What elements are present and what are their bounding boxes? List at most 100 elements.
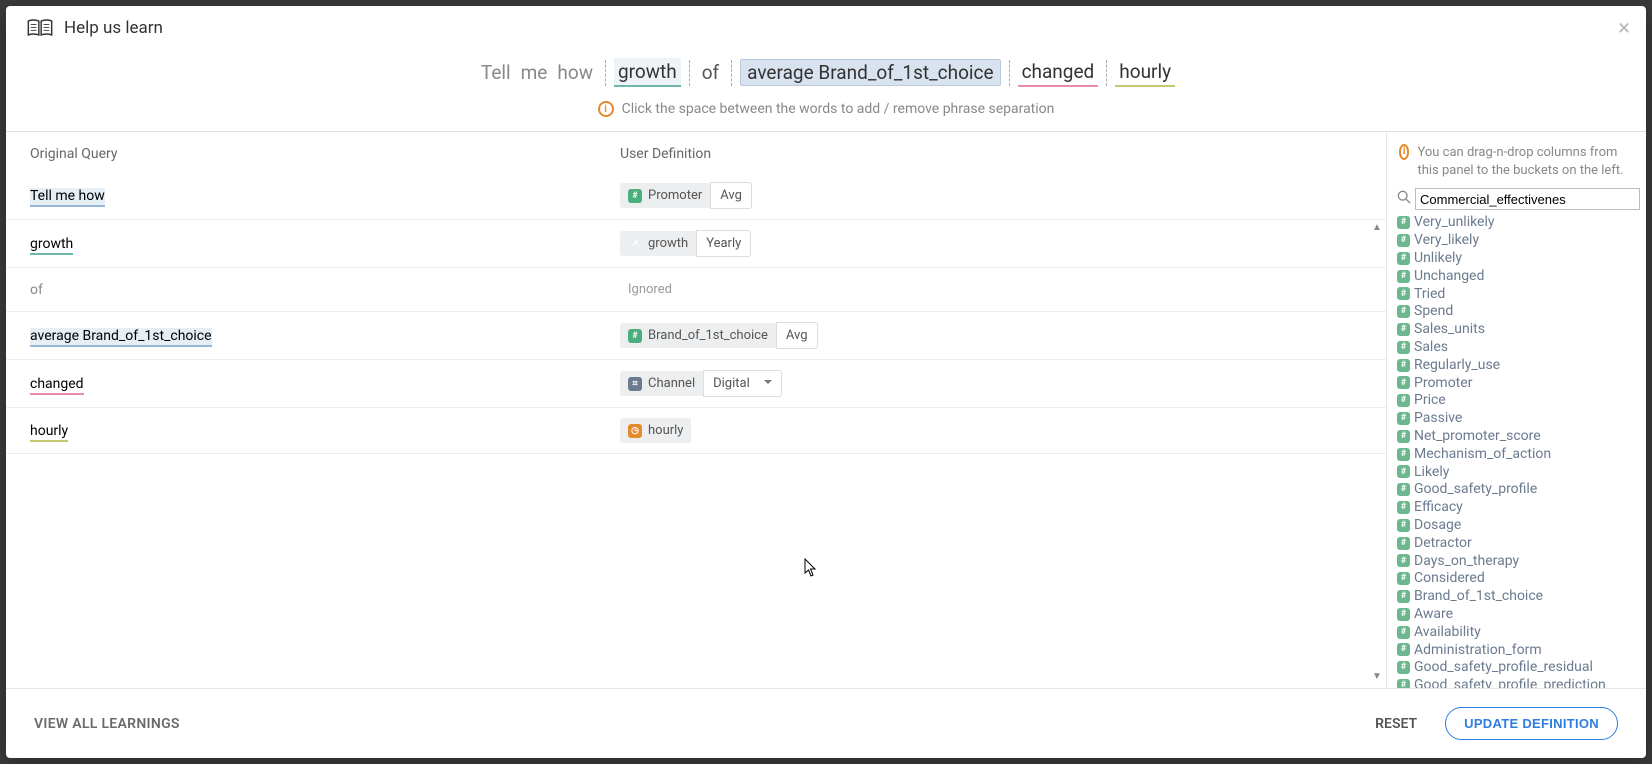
column-item[interactable]: #Unchanged (1397, 268, 1640, 286)
column-item[interactable]: #Brand_of_1st_choice (1397, 588, 1640, 606)
columns-list[interactable]: #Very_unlikely#Very_likely#Unlikely#Unch… (1397, 214, 1640, 688)
column-name: Detractor (1414, 535, 1472, 552)
column-name: Unchanged (1414, 268, 1484, 285)
column-item[interactable]: #Promoter (1397, 375, 1640, 393)
column-type-icon: # (1397, 661, 1410, 674)
update-definition-button[interactable]: UPDATE DEFINITION (1445, 707, 1618, 740)
column-item[interactable]: #Regularly_use (1397, 357, 1640, 375)
column-type-icon: # (1397, 305, 1410, 318)
header-user-definition: User Definition (620, 146, 711, 162)
column-name: Sales (1414, 339, 1448, 356)
column-item[interactable]: # Sales (1397, 339, 1640, 357)
chip-label: hourly (648, 423, 683, 438)
column-type-icon: # (1397, 626, 1410, 639)
column-item[interactable]: #Very_likely (1397, 232, 1640, 250)
token-separator[interactable] (605, 60, 606, 86)
definition-chip[interactable]: ◷ hourly (620, 418, 691, 443)
column-name: Passive (1414, 410, 1462, 427)
original-phrase: changed (30, 376, 620, 392)
close-icon[interactable]: × (1618, 18, 1630, 40)
scroll-down-icon[interactable]: ▼ (1372, 671, 1384, 682)
view-all-learnings-button[interactable]: VIEW ALL LEARNINGS (34, 716, 180, 732)
content-area: Original Query User Definition ▲ ▼ Tell … (6, 131, 1646, 688)
user-definition-cell: ⌗ChannelDigital (620, 370, 782, 397)
definition-chip[interactable]: #Promoter (620, 183, 710, 208)
column-item[interactable]: # Detractor (1397, 535, 1640, 553)
query-token-growth[interactable]: growth (614, 58, 681, 87)
columns-header: Original Query User Definition (6, 132, 1386, 172)
query-token-how[interactable]: how (553, 59, 597, 86)
aggregation-selector[interactable]: Digital (703, 370, 782, 397)
token-separator[interactable] (731, 60, 732, 86)
column-item[interactable]: #Sales_units (1397, 321, 1640, 339)
query-token-me[interactable]: me (517, 59, 552, 86)
column-item[interactable]: #Days_on_therapy (1397, 553, 1640, 571)
column-item[interactable]: #Efficacy (1397, 499, 1640, 517)
column-type-icon: # (1397, 341, 1410, 354)
token-separator[interactable] (689, 60, 690, 86)
definition-rows: ▲ ▼ Tell me how#PromoterAvggrowth↗growth… (6, 172, 1386, 688)
column-item[interactable]: #Good_safety_profile_residual (1397, 659, 1640, 677)
right-hint-text: You can drag-n-drop columns from this pa… (1417, 144, 1638, 180)
column-item[interactable]: #Passive (1397, 410, 1640, 428)
column-search-input[interactable] (1415, 188, 1640, 210)
query-token-tell[interactable]: Tell (477, 59, 515, 86)
right-panel-hint: i You can drag-n-drop columns from this … (1397, 140, 1640, 188)
definition-chip[interactable]: #Brand_of_1st_choice (620, 323, 776, 348)
column-item[interactable]: # Spend (1397, 303, 1640, 321)
query-token-changed[interactable]: changed (1018, 58, 1099, 87)
column-type-icon: # (1397, 537, 1410, 550)
chip-type-icon: ◷ (628, 424, 642, 438)
aggregation-selector[interactable]: Avg (776, 322, 818, 349)
column-item[interactable]: #Tried (1397, 286, 1640, 304)
modal-footer: VIEW ALL LEARNINGS RESET UPDATE DEFINITI… (6, 688, 1646, 758)
column-name: Sales_units (1414, 321, 1485, 338)
chip-type-icon: # (628, 189, 642, 203)
column-type-icon: # (1397, 359, 1410, 372)
column-name: Likely (1414, 464, 1449, 481)
column-search (1397, 188, 1640, 214)
modal-header: Help us learn × (6, 6, 1646, 46)
search-icon (1397, 190, 1411, 208)
column-item[interactable]: #Considered (1397, 570, 1640, 588)
column-item[interactable]: #Good_safety_profile_prediction (1397, 677, 1640, 688)
column-item[interactable]: #Good_safety_profile (1397, 481, 1640, 499)
column-item[interactable]: #Mechanism_of_action (1397, 446, 1640, 464)
column-item[interactable]: #Likely (1397, 464, 1640, 482)
column-item[interactable]: #Net_promoter_score (1397, 428, 1640, 446)
aggregation-selector[interactable]: Avg (710, 182, 752, 209)
column-type-icon: # (1397, 572, 1410, 585)
modal-title: Help us learn (64, 18, 163, 38)
column-item[interactable]: #Price (1397, 392, 1640, 410)
help-us-learn-modal: Help us learn × Tell me how growth of av… (6, 6, 1646, 758)
column-item[interactable]: #Aware (1397, 606, 1640, 624)
original-phrase: of (30, 282, 620, 298)
column-name: Spend (1414, 303, 1453, 320)
chip-type-icon: ↗ (628, 237, 642, 251)
query-token-hourly[interactable]: hourly (1115, 58, 1175, 87)
column-item[interactable]: #Availability (1397, 624, 1640, 642)
definition-chip[interactable]: ⌗Channel (620, 371, 703, 396)
column-name: Net_promoter_score (1414, 428, 1541, 445)
info-icon: i (1399, 144, 1409, 160)
definition-chip[interactable]: ↗growth (620, 231, 696, 256)
reset-button[interactable]: RESET (1375, 716, 1417, 732)
column-type-icon: # (1397, 608, 1410, 621)
token-separator[interactable] (1009, 60, 1010, 86)
query-token-avg[interactable]: average Brand_of_1st_choice (740, 59, 1000, 86)
column-item[interactable]: #Administration_form (1397, 642, 1640, 660)
original-phrase: growth (30, 236, 620, 252)
query-token-of[interactable]: of (698, 59, 723, 86)
user-definition-cell: #Brand_of_1st_choiceAvg (620, 322, 818, 349)
scroll-up-icon[interactable]: ▲ (1372, 222, 1384, 233)
column-item[interactable]: #Unlikely (1397, 250, 1640, 268)
column-name: Efficacy (1414, 499, 1463, 516)
definition-panel: Original Query User Definition ▲ ▼ Tell … (6, 132, 1386, 688)
column-item[interactable]: #Dosage (1397, 517, 1640, 535)
column-type-icon: # (1397, 554, 1410, 567)
token-separator[interactable] (1106, 60, 1107, 86)
column-type-icon: # (1397, 448, 1410, 461)
original-phrase: hourly (30, 423, 620, 439)
aggregation-selector[interactable]: Yearly (696, 230, 751, 257)
column-item[interactable]: #Very_unlikely (1397, 214, 1640, 232)
